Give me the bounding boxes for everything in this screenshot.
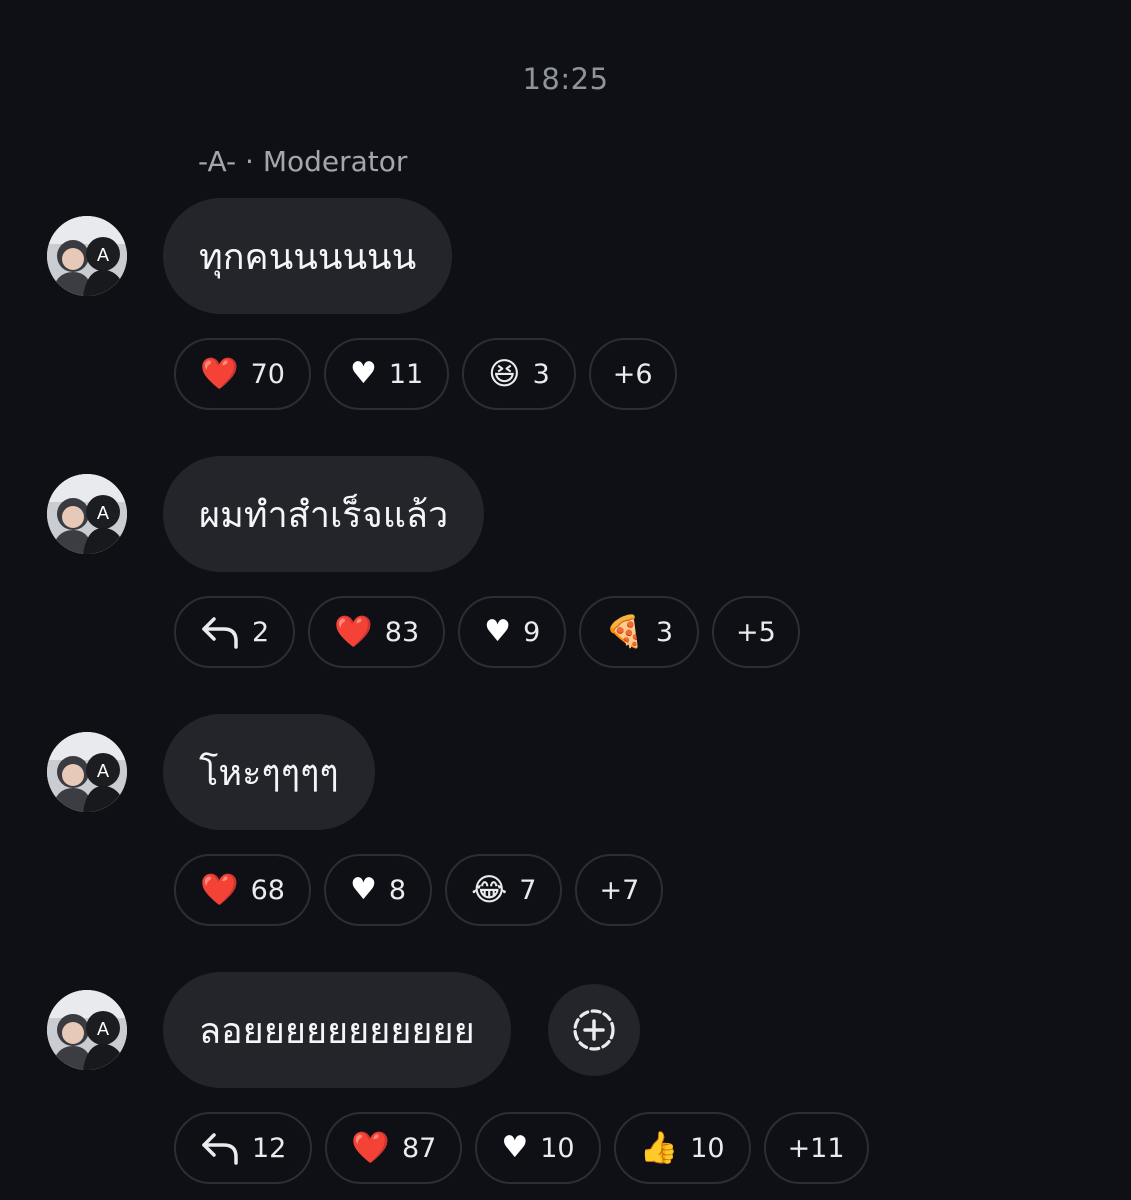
reaction-count: 70 xyxy=(250,358,285,390)
message-bubble[interactable]: ทุกคนนนนนน xyxy=(163,198,453,314)
reaction-count: 68 xyxy=(250,874,285,906)
thumbs-up-icon: 👍 xyxy=(639,1129,679,1166)
reply-count-chip[interactable]: 12 xyxy=(174,1112,313,1184)
white-heart-icon: ♥ xyxy=(484,614,512,649)
reaction-count: 3 xyxy=(655,616,674,648)
reaction-chip[interactable]: 👍 10 xyxy=(613,1112,751,1184)
more-reactions-button[interactable]: +6 xyxy=(588,338,677,410)
red-heart-icon: ❤️ xyxy=(334,613,373,650)
avatar[interactable]: A xyxy=(47,732,127,812)
reaction-count: 87 xyxy=(401,1132,437,1164)
message-bubble[interactable]: ผมทำสำเร็จแล้ว xyxy=(163,456,485,572)
reaction-count: 10 xyxy=(540,1132,575,1164)
reaction-count: 3 xyxy=(532,358,550,390)
reply-count: 12 xyxy=(252,1132,287,1164)
reply-arrow-icon xyxy=(200,1131,240,1165)
tears-of-joy-face-icon: 😂 xyxy=(471,871,508,908)
white-heart-icon: ♥ xyxy=(349,356,377,391)
reaction-chip[interactable]: ♥ 11 xyxy=(323,338,450,410)
red-heart-icon: ❤️ xyxy=(200,355,239,392)
reaction-count: 8 xyxy=(388,874,407,906)
red-heart-icon: ❤️ xyxy=(200,871,239,908)
red-heart-icon: ❤️ xyxy=(351,1129,390,1166)
reply-count-chip[interactable]: 2 xyxy=(174,596,296,668)
reaction-bar: ❤️ 68 ♥ 8 😂 7 +7 xyxy=(174,854,664,926)
message-row: A ผมทำสำเร็จแล้ว xyxy=(0,456,1131,572)
reaction-count: 83 xyxy=(384,616,420,648)
message-bubble[interactable]: โหะๆๆๆๆ xyxy=(163,714,375,830)
reaction-chip[interactable]: ❤️ 70 xyxy=(174,338,311,410)
add-reaction-icon xyxy=(573,1009,615,1051)
avatar[interactable]: A xyxy=(47,990,127,1070)
reaction-chip[interactable]: 😆 3 xyxy=(462,338,576,410)
reaction-chip[interactable]: ♥ 10 xyxy=(475,1112,601,1184)
reaction-chip[interactable]: 😂 7 xyxy=(445,854,563,926)
avatar[interactable]: A xyxy=(47,216,127,296)
chat-screen: 18:25 -A- · Moderator A ทุกคนนนนนน ❤️ 70… xyxy=(0,0,1131,1200)
reaction-chip[interactable]: ♥ 8 xyxy=(323,854,433,926)
svg-text:A: A xyxy=(97,1019,109,1039)
more-reactions-button[interactable]: +11 xyxy=(763,1112,869,1184)
timestamp: 18:25 xyxy=(522,62,609,96)
sender-name: -A- · Moderator xyxy=(198,145,408,178)
white-heart-icon: ♥ xyxy=(349,872,377,907)
add-reaction-button[interactable] xyxy=(548,984,640,1076)
reply-count: 2 xyxy=(252,616,270,648)
reaction-bar: ❤️ 70 ♥ 11 😆 3 +6 xyxy=(174,338,677,410)
message-row: A ลอยยยยยยยยยยย xyxy=(0,972,1131,1088)
reaction-count: 10 xyxy=(690,1132,725,1164)
reply-arrow-icon xyxy=(200,615,240,649)
svg-text:A: A xyxy=(97,245,109,265)
reaction-chip[interactable]: ♥ 9 xyxy=(458,596,567,668)
reaction-bar: 2 ❤️ 83 ♥ 9 🍕 3 +5 xyxy=(174,596,800,668)
reaction-count: 9 xyxy=(523,616,541,648)
reaction-count: 7 xyxy=(519,874,537,906)
laughing-face-icon: 😆 xyxy=(488,355,521,392)
avatar[interactable]: A xyxy=(47,474,127,554)
reaction-chip[interactable]: 🍕 3 xyxy=(579,596,700,668)
message-row: A โหะๆๆๆๆ xyxy=(0,714,1131,830)
reaction-count: 11 xyxy=(388,358,424,390)
svg-text:A: A xyxy=(97,761,109,781)
reaction-chip[interactable]: ❤️ 68 xyxy=(174,854,311,926)
more-reactions-button[interactable]: +7 xyxy=(575,854,664,926)
message-bubble[interactable]: ลอยยยยยยยยยยย xyxy=(163,972,511,1088)
reaction-bar: 12 ❤️ 87 ♥ 10 👍 10 +11 xyxy=(174,1112,869,1184)
white-heart-icon: ♥ xyxy=(501,1130,529,1165)
message-row: A ทุกคนนนนนน xyxy=(0,198,1131,314)
svg-text:A: A xyxy=(97,503,109,523)
reaction-chip[interactable]: ❤️ 87 xyxy=(325,1112,463,1184)
reaction-chip[interactable]: ❤️ 83 xyxy=(308,596,446,668)
pizza-icon: 🍕 xyxy=(605,613,644,650)
more-reactions-button[interactable]: +5 xyxy=(712,596,800,668)
